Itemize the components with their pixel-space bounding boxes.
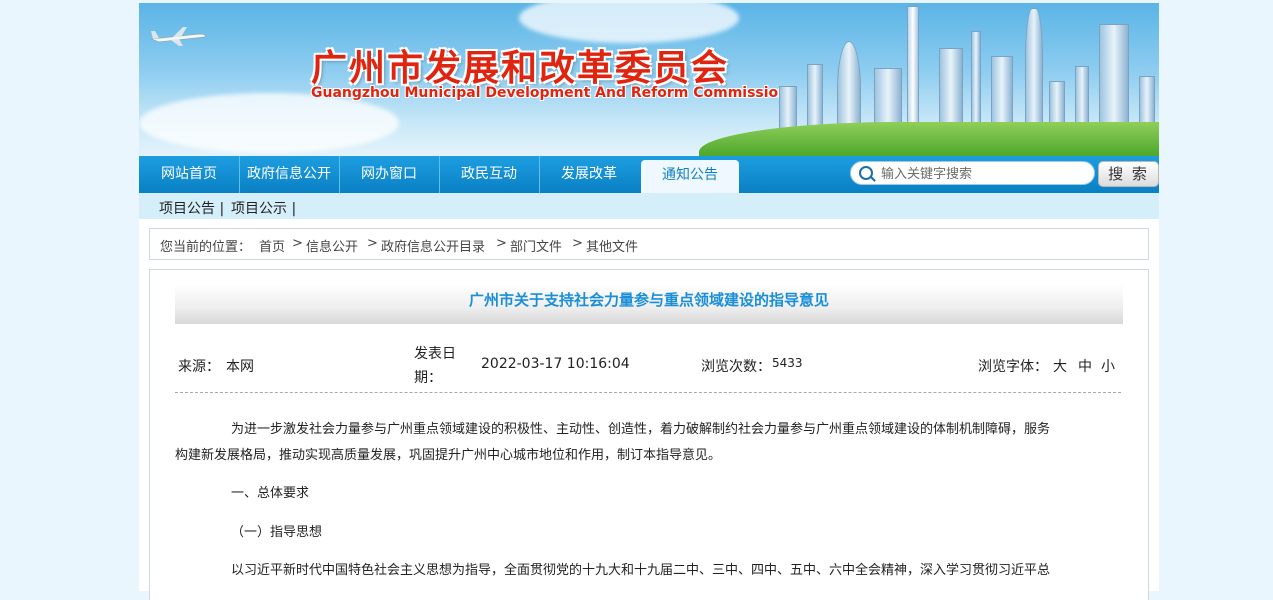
article-title: 广州市关于支持社会力量参与重点领域建设的指导意见 [175, 284, 1123, 324]
breadcrumb-prefix: 您当前的位置： [160, 240, 252, 255]
article: 广州市关于支持社会力量参与重点领域建设的指导意见 来源： 本网 发表日 期： 2… [149, 269, 1149, 600]
paragraph-1: 为进一步激发社会力量参与广州重点领域建设的积极性、主动性、创造性，着力破解制约社… [175, 417, 1121, 443]
publish-date: 2022-03-17 10:16:04 [481, 356, 630, 372]
cloud-decoration [519, 3, 739, 43]
date-label-cont: 期： [414, 370, 442, 386]
nav-gov-info[interactable]: 政府信息公开 [239, 156, 340, 193]
search-button[interactable]: 搜 索 [1098, 161, 1159, 187]
font-small-button[interactable]: 小 [1101, 356, 1115, 376]
breadcrumb-home[interactable]: 首页 [259, 236, 285, 255]
breadcrumb-info-public[interactable]: 信息公开 [306, 236, 358, 255]
header-banner: 广州市发展和改革委员会 Guangzhou Municipal Developm… [139, 3, 1159, 156]
font-medium-button[interactable]: 中 [1078, 356, 1092, 376]
breadcrumb-dept-docs[interactable]: 部门文件 [510, 236, 562, 255]
search-input[interactable] [879, 164, 1088, 184]
source-label: 来源： [178, 359, 220, 375]
airplane-icon [150, 27, 206, 46]
nav-home[interactable]: 网站首页 [139, 156, 240, 193]
font-size-label: 浏览字体： [978, 359, 1048, 375]
source-value: 本网 [226, 359, 254, 375]
site-title-en: Guangzhou Municipal Development And Refo… [311, 85, 789, 101]
breadcrumb-other-docs[interactable]: 其他文件 [586, 236, 638, 255]
date-label: 发表日 [414, 346, 456, 362]
page: 广州市发展和改革委员会 Guangzhou Municipal Developm… [139, 3, 1159, 600]
subnav-project-publicity[interactable]: 项目公示 | [231, 198, 296, 218]
cloud-decoration [139, 93, 399, 153]
breadcrumb-sep: > [572, 236, 583, 251]
paragraph-1-cont: 构建新发展格局，推动实现高质量发展，巩固提升广州中心城市地位和作用，制订本指导意… [175, 443, 1121, 469]
breadcrumb: 您当前的位置： 首页 > 信息公开 > 政府信息公开目录 > 部门文件 > 其他… [149, 228, 1149, 260]
section-heading-2: （一）指导思想 [231, 525, 323, 540]
section-heading-1: 一、总体要求 [231, 486, 310, 501]
search-icon [859, 166, 873, 180]
nav-interaction[interactable]: 政民互动 [439, 156, 540, 193]
nav-online-service[interactable]: 网办窗口 [339, 156, 440, 193]
sub-nav: 项目公告 | 项目公示 | [139, 193, 1159, 219]
site-title-cn: 广州市发展和改革委员会 [311, 48, 730, 89]
breadcrumb-sep: > [292, 236, 303, 251]
divider [175, 392, 1121, 393]
font-large-button[interactable]: 大 [1053, 356, 1067, 376]
paragraph-line: 为进一步激发社会力量参与广州重点领域建设的积极性、主动性、创造性，着力破解制约社… [231, 422, 1051, 437]
subnav-project-announcement[interactable]: 项目公告 | [159, 198, 224, 218]
breadcrumb-sep: > [367, 236, 378, 251]
paragraph-2: 以习近平新时代中国特色社会主义思想为指导，全面贯彻党的十九大和十九届二中、三中、… [231, 563, 1051, 578]
breadcrumb-sep: > [496, 236, 507, 251]
nav-notices[interactable]: 通知公告 [641, 160, 739, 193]
nav-development-reform[interactable]: 发展改革 [539, 156, 639, 193]
paragraph-line: 构建新发展格局，推动实现高质量发展，巩固提升广州中心城市地位和作用，制订本指导意… [175, 448, 722, 463]
views-count: 5433 [772, 356, 803, 370]
search-box [850, 161, 1095, 185]
views-label: 浏览次数： [701, 359, 771, 375]
breadcrumb-gov-info-catalog[interactable]: 政府信息公开目录 [381, 236, 485, 255]
